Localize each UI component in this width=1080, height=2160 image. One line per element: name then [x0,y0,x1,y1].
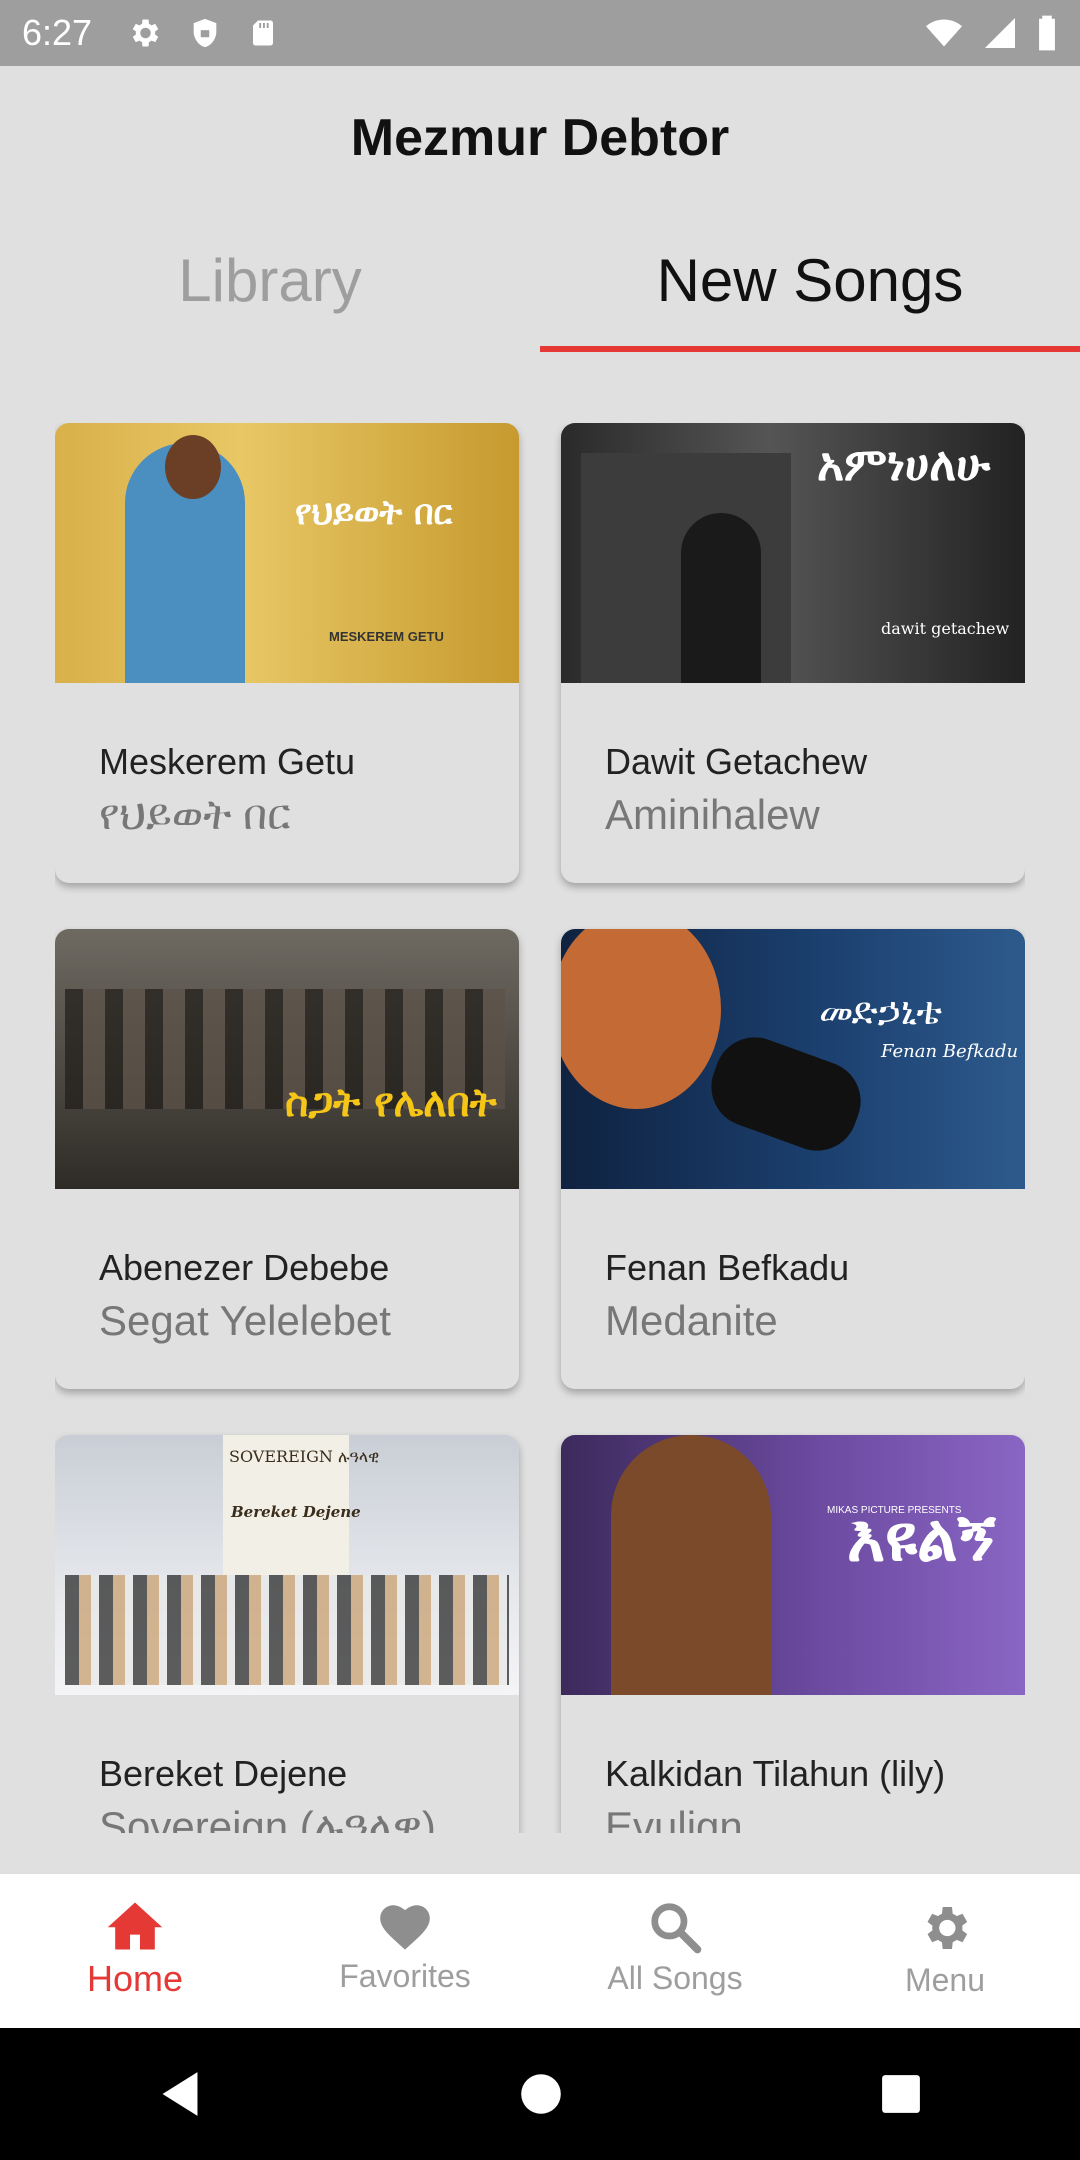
song-thumbnail: መድኃኒቴ Fenan Befkadu [561,929,1025,1189]
status-bar: 6:27 [0,0,1080,66]
thumb-title: መድኃኒቴ [819,989,943,1033]
tab-new-songs[interactable]: New Songs [540,232,1080,352]
nav-menu-label: Menu [904,1962,986,1998]
song-artist: Abenezer Debebe [99,1247,390,1288]
song-thumbnail: ስጋት የሌለበት [55,929,519,1189]
search-icon [651,1903,702,1954]
song-artist: Dawit Getachew [605,741,868,782]
thumb-subtitle: MESKEREM GETU [329,629,444,644]
song-thumbnail: የህይወት በር MESKEREM GETU [55,423,519,683]
thumb-subtitle: MIKAS PICTURE PRESENTS [827,1505,962,1516]
song-artist: Kalkidan Tilahun (lily) [605,1753,946,1794]
nav-home-label: Home [86,1958,184,1999]
choir-crowd [65,1575,509,1685]
shield-status-icon [193,18,217,48]
song-title: Medanite [605,1297,778,1344]
song-card[interactable]: ስጋት የሌለበት Abenezer Debebe Segat Yelelebe… [55,929,519,1389]
song-title: Evulign [605,1803,743,1833]
song-artist: Bereket Dejene [99,1753,348,1794]
tab-library[interactable]: Library [0,232,540,352]
sd-card-status-icon [253,20,274,46]
singer-hair [561,929,721,1109]
song-title: የህይወት በር [99,791,291,838]
song-thumbnail: እዩልኝ MIKAS PICTURE PRESENTS [561,1435,1025,1695]
back-icon[interactable] [158,2070,202,2118]
thumb-title: የህይወት በር [295,493,453,533]
status-time: 6:27 [22,12,93,53]
battery-icon [1039,15,1055,51]
thumb-title: አምነሀለሁ [817,437,991,491]
nav-all-songs[interactable]: All Songs [540,1874,810,2028]
tab-new-songs-label: New Songs [656,247,964,314]
system-navigation-bar [0,2028,1080,2160]
singer-figure [611,1435,771,1695]
thumb-title: ስጋት የሌለበት [285,1079,497,1126]
nav-menu[interactable]: Menu [810,1874,1080,2028]
song-title: Sovereign (ሉዓላዊ) [99,1803,436,1833]
song-title: Aminihalew [605,791,820,838]
home-circle-icon[interactable] [519,2072,563,2116]
song-artist: Fenan Befkadu [605,1247,850,1288]
song-artist: Meskerem Getu [99,741,356,782]
recents-icon[interactable] [880,2073,922,2115]
song-thumbnail: አምነሀለሁ dawit getachew [561,423,1025,683]
song-card[interactable]: እዩልኝ MIKAS PICTURE PRESENTS Kalkidan Til… [561,1435,1025,1833]
page-title: Mezmur Debtor [350,109,730,167]
gear-icon [927,1907,968,1949]
nav-favorites-label: Favorites [339,1958,471,1994]
child-figure [681,513,761,683]
home-icon [107,1902,163,1950]
nav-home[interactable]: Home [0,1874,270,2028]
heart-icon [380,1905,430,1950]
song-title: Segat Yelelebet [99,1297,391,1344]
bottom-navigation: Home Favorites All Songs Menu [0,1874,1080,2028]
song-card[interactable]: የህይወት በር MESKEREM GETU Meskerem Getu የህይ… [55,423,519,883]
settings-status-icon [132,19,159,47]
microphone [700,1026,872,1162]
nav-favorites[interactable]: Favorites [270,1874,540,2028]
nav-all-songs-label: All Songs [607,1960,743,1996]
thumb-subtitle: dawit getachew [881,619,1010,638]
thumb-subtitle: Bereket Dejene [231,1503,361,1521]
song-card[interactable]: መድኃኒቴ Fenan Befkadu Fenan Befkadu Medani… [561,929,1025,1389]
tab-active-indicator [540,346,1080,352]
tab-bar: Library New Songs [0,232,1080,352]
wifi-icon [926,19,962,47]
song-card[interactable]: SOVEREIGN ሉዓላዊ Bereket Dejene Bereket De… [55,1435,519,1833]
thumb-title: SOVEREIGN ሉዓላዊ [229,1447,380,1466]
song-card[interactable]: አምነሀለሁ dawit getachew Dawit Getachew Ami… [561,423,1025,883]
thumb-subtitle: Fenan Befkadu [881,1041,1019,1062]
signal-icon [985,18,1015,48]
singer-head [165,435,221,499]
song-thumbnail: SOVEREIGN ሉዓላዊ Bereket Dejene [55,1435,519,1695]
songs-grid: የህይወት በር MESKEREM GETU Meskerem Getu የህይ… [55,423,1025,1833]
